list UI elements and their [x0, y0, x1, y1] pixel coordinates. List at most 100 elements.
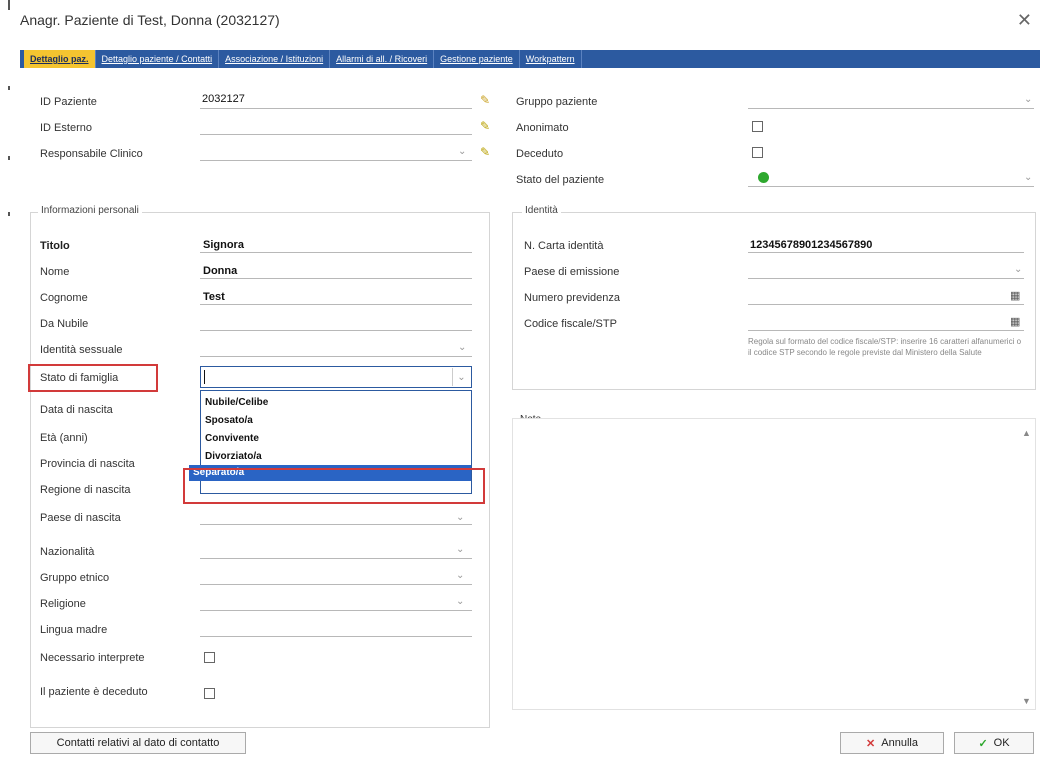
paziente-deceduto-checkbox[interactable] — [204, 688, 215, 699]
chevron-down-icon[interactable]: ⌄ — [1014, 264, 1022, 275]
paese-emissione-select[interactable] — [748, 262, 1024, 279]
id-paziente-value: 2032127 — [202, 93, 245, 105]
interprete-label: Necessario interprete — [40, 652, 145, 664]
chevron-down-icon[interactable]: ⌄ — [1024, 94, 1032, 105]
personal-info-title: Informazioni personali — [38, 205, 142, 216]
responsabile-select[interactable] — [200, 144, 472, 161]
chevron-down-icon[interactable]: ⌄ — [458, 146, 466, 157]
tab-dettaglio-paziente[interactable]: Dettaglio paz. — [24, 50, 96, 68]
tab-associazione[interactable]: Associazione / Istituzioni — [219, 50, 331, 68]
identita-sessuale-label: Identità sessuale — [40, 344, 123, 356]
nome-value: Donna — [203, 265, 238, 277]
window-edge-mark — [8, 156, 10, 160]
numero-previdenza-label: Numero previdenza — [524, 292, 620, 304]
gruppo-etnico-label: Gruppo etnico — [40, 572, 110, 584]
cognome-value: Test — [203, 291, 225, 303]
interprete-checkbox[interactable] — [204, 652, 215, 663]
lingua-madre-label: Lingua madre — [40, 624, 108, 636]
scroll-up-icon[interactable]: ▲ — [1022, 428, 1031, 438]
chevron-down-icon[interactable]: ⌄ — [456, 596, 464, 607]
titolo-value: Signora — [203, 239, 244, 251]
keyboard-icon[interactable]: ▦ — [1010, 315, 1020, 328]
stato-paziente-label: Stato del paziente — [516, 174, 605, 186]
provincia-nascita-label: Provincia di nascita — [40, 458, 135, 470]
tab-workpattern[interactable]: Workpattern — [520, 50, 582, 68]
option-convivente[interactable]: Convivente — [201, 431, 471, 447]
regione-nascita-label: Regione di nascita — [40, 484, 131, 496]
tab-allarmi[interactable]: Allarmi di all. / Ricoveri — [330, 50, 435, 68]
codice-fiscale-hint: Regola sul formato del codice fiscale/ST… — [748, 337, 1022, 357]
contatti-button[interactable]: Contatti relativi al dato di contatto — [30, 732, 246, 754]
edit-responsabile-icon[interactable]: ✎ — [480, 145, 490, 159]
paese-nascita-select[interactable] — [200, 508, 472, 525]
identita-sessuale-select[interactable] — [200, 340, 472, 357]
text-cursor — [204, 370, 205, 384]
da-nubile-field[interactable] — [200, 314, 472, 331]
deceduto-label: Deceduto — [516, 148, 564, 160]
chevron-down-icon: ⌄ — [457, 371, 466, 383]
stato-famiglia-dropdown-button[interactable]: ⌄ — [452, 368, 470, 386]
gruppo-paziente-label: Gruppo paziente — [516, 96, 598, 108]
edit-id-paziente-icon[interactable]: ✎ — [480, 93, 490, 107]
window-edge-mark — [8, 0, 10, 10]
identity-title: Identità — [522, 205, 561, 216]
tab-contatti[interactable]: Dettaglio paziente / Contatti — [96, 50, 220, 68]
religione-select[interactable] — [200, 594, 472, 611]
paese-emissione-label: Paese di emissione — [524, 266, 620, 278]
ok-button[interactable]: ✓ OK — [954, 732, 1034, 754]
option-divorziato[interactable]: Divorziato/a — [201, 449, 471, 465]
highlight-separato — [183, 468, 485, 504]
eta-label: Età (anni) — [40, 432, 88, 444]
deceduto-checkbox[interactable] — [752, 147, 763, 158]
cancel-icon: ✕ — [866, 737, 876, 750]
annulla-button[interactable]: ✕ Annulla — [840, 732, 944, 754]
chevron-down-icon[interactable]: ⌄ — [1024, 172, 1032, 183]
chevron-down-icon[interactable]: ⌄ — [456, 544, 464, 555]
window-edge-mark — [8, 212, 10, 216]
option-sposato[interactable]: Sposato/a — [201, 413, 471, 429]
id-esterno-label: ID Esterno — [40, 122, 92, 134]
religione-label: Religione — [40, 598, 86, 610]
carta-identita-value: 12345678901234567890 — [750, 239, 873, 251]
anonimato-checkbox[interactable] — [752, 121, 763, 132]
window-title: Anagr. Paziente di Test, Donna (2032127) — [20, 12, 280, 28]
check-icon: ✓ — [978, 737, 988, 750]
chevron-down-icon[interactable]: ⌄ — [456, 512, 464, 523]
keyboard-icon[interactable]: ▦ — [1010, 289, 1020, 302]
ok-button-label: OK — [993, 737, 1010, 749]
gruppo-etnico-select[interactable] — [200, 568, 472, 585]
stato-paziente-select[interactable] — [748, 170, 1034, 187]
carta-identita-label: N. Carta identità — [524, 240, 604, 252]
cognome-label: Cognome — [40, 292, 88, 304]
notes-textarea[interactable] — [512, 418, 1036, 710]
nazionalita-select[interactable] — [200, 542, 472, 559]
da-nubile-label: Da Nubile — [40, 318, 89, 330]
gruppo-paziente-select[interactable] — [748, 92, 1034, 109]
scroll-down-icon[interactable]: ▼ — [1022, 696, 1031, 706]
edit-id-esterno-icon[interactable]: ✎ — [480, 119, 490, 133]
cognome-field[interactable] — [200, 288, 472, 305]
tab-gestione-paziente[interactable]: Gestione paziente — [434, 50, 520, 68]
id-paziente-label: ID Paziente — [40, 96, 97, 108]
lingua-madre-select[interactable] — [200, 620, 472, 637]
contatti-button-label: Contatti relativi al dato di contatto — [56, 737, 220, 749]
nome-field[interactable] — [200, 262, 472, 279]
stato-famiglia-select[interactable] — [200, 366, 472, 388]
anonimato-label: Anonimato — [516, 122, 569, 134]
numero-previdenza-field[interactable] — [748, 288, 1024, 305]
option-nubile[interactable]: Nubile/Celibe — [201, 395, 471, 411]
chevron-down-icon[interactable]: ⌄ — [456, 570, 464, 581]
data-nascita-label: Data di nascita — [40, 404, 113, 416]
chevron-down-icon[interactable]: ⌄ — [458, 342, 466, 353]
nome-label: Nome — [40, 266, 70, 278]
nazionalita-label: Nazionalità — [40, 546, 95, 558]
id-esterno-field[interactable] — [200, 118, 472, 135]
codice-fiscale-label: Codice fiscale/STP — [524, 318, 617, 330]
status-dot — [758, 172, 769, 183]
codice-fiscale-field[interactable] — [748, 314, 1024, 331]
responsabile-label: Responsabile Clinico — [40, 148, 143, 160]
titolo-label: Titolo — [40, 240, 70, 252]
close-icon[interactable]: ✕ — [1017, 10, 1032, 31]
annulla-button-label: Annulla — [881, 737, 918, 749]
paese-nascita-label: Paese di nascita — [40, 512, 121, 524]
